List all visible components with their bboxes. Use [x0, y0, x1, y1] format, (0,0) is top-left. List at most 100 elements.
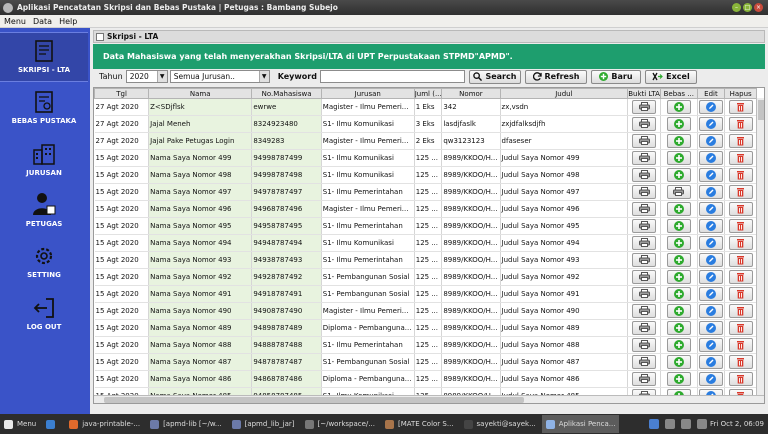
- jurusan-select[interactable]: Semua Jurusan.. ▼: [169, 70, 270, 83]
- delete-button[interactable]: [728, 100, 753, 114]
- tahun-select[interactable]: 2020 ▼: [125, 70, 168, 83]
- edit-button[interactable]: [698, 253, 723, 267]
- table-cell[interactable]: 125 ...: [414, 353, 443, 371]
- table-cell[interactable]: Judul Saya Nomor 499: [500, 149, 629, 167]
- table-cell[interactable]: 8989/KKOO/H...: [441, 251, 501, 269]
- table-cell[interactable]: 94928787492: [251, 268, 322, 286]
- table-cell[interactable]: 15 Agt 2020: [94, 149, 150, 167]
- edit-button[interactable]: [698, 287, 723, 301]
- table-cell[interactable]: 125 ...: [414, 149, 443, 167]
- start-menu-button[interactable]: Menu: [0, 415, 40, 433]
- table-cell[interactable]: S1- Ilmu Pemerintahan: [321, 336, 415, 354]
- print-bukti-button[interactable]: [632, 338, 657, 352]
- table-cell[interactable]: 125 ...: [414, 166, 443, 184]
- table-cell[interactable]: Judul Saya Nomor 493: [500, 251, 629, 269]
- table-cell[interactable]: 15 Agt 2020: [94, 251, 150, 269]
- battery-icon[interactable]: [697, 419, 708, 429]
- bebas-pustaka-button[interactable]: [666, 117, 691, 131]
- table-cell[interactable]: Judul Saya Nomor 490: [500, 302, 629, 320]
- taskbar-item[interactable]: [~/workspace/...: [301, 415, 379, 433]
- table-cell[interactable]: 8989/KKOO/H...: [441, 285, 501, 303]
- bebas-pustaka-button[interactable]: [666, 270, 691, 284]
- edit-button[interactable]: [698, 134, 723, 148]
- table-cell[interactable]: Nama Saya Nomor 495: [148, 217, 253, 235]
- table-row[interactable]: 15 Agt 2020 Nama Saya Nomor 490 9490878749…: [94, 302, 757, 320]
- table-cell[interactable]: S1- Pembangunan Sosial: [321, 353, 415, 371]
- edit-button[interactable]: [698, 219, 723, 233]
- table-row[interactable]: 27 Agt 2020 Z<SDjflsk ewrwe Magister - Ilmu…: [94, 98, 757, 116]
- table-cell[interactable]: Judul Saya Nomor 492: [500, 268, 629, 286]
- refresh-button[interactable]: Refresh: [524, 69, 587, 84]
- table-cell[interactable]: S1- Ilmu Pemerintahan: [321, 217, 415, 235]
- delete-button[interactable]: [728, 321, 753, 335]
- table-cell[interactable]: 8989/KKOO/H...: [441, 217, 501, 235]
- table-cell[interactable]: 94918787491: [251, 285, 322, 303]
- table-cell[interactable]: dfaseser: [500, 132, 629, 150]
- print-bukti-button[interactable]: [632, 219, 657, 233]
- table-cell[interactable]: Jajal Pake Petugas Login: [148, 132, 253, 150]
- volume-icon[interactable]: [681, 419, 692, 429]
- network-icon[interactable]: [665, 419, 676, 429]
- table-cell[interactable]: 125 ...: [414, 336, 443, 354]
- edit-button[interactable]: [698, 117, 723, 131]
- table-row[interactable]: 15 Agt 2020 Nama Saya Nomor 494 9494878749…: [94, 234, 757, 252]
- sidebar-item-bebas-pustaka[interactable]: BEBAS PUSTAKA: [0, 84, 88, 134]
- bebas-pustaka-button[interactable]: [666, 219, 691, 233]
- table-cell[interactable]: 1 Eks: [414, 98, 443, 116]
- table-cell[interactable]: 15 Agt 2020: [94, 336, 150, 354]
- table-cell[interactable]: S1- Ilmu Komunikasi: [321, 115, 415, 133]
- table-cell[interactable]: Judul Saya Nomor 497: [500, 183, 629, 201]
- table-cell[interactable]: Judul Saya Nomor 491: [500, 285, 629, 303]
- edit-button[interactable]: [698, 236, 723, 250]
- table-cell[interactable]: Nama Saya Nomor 499: [148, 149, 253, 167]
- print-bukti-button[interactable]: [632, 134, 657, 148]
- table-row[interactable]: 15 Agt 2020 Nama Saya Nomor 493 9493878749…: [94, 251, 757, 269]
- bebas-pustaka-button[interactable]: [666, 151, 691, 165]
- table-cell[interactable]: 8989/KKOO/H...: [441, 370, 501, 388]
- table-cell[interactable]: S1- Ilmu Pemerintahan: [321, 251, 415, 269]
- sidebar-item-setting[interactable]: SETTING: [0, 238, 88, 288]
- table-cell[interactable]: zxjdfalksdjfh: [500, 115, 629, 133]
- print-bukti-button[interactable]: [632, 304, 657, 318]
- print-bukti-button[interactable]: [632, 372, 657, 386]
- table-cell[interactable]: Magister - Ilmu Pemeri...: [321, 200, 415, 218]
- table-cell[interactable]: 8989/KKOO/H...: [441, 336, 501, 354]
- table-cell[interactable]: 94968787496: [251, 200, 322, 218]
- menu-item-data[interactable]: Data: [33, 17, 52, 26]
- table-cell[interactable]: 8989/KKOO/H...: [441, 234, 501, 252]
- delete-button[interactable]: [728, 202, 753, 216]
- table-cell[interactable]: 3 Eks: [414, 115, 443, 133]
- bebas-pustaka-button[interactable]: [666, 355, 691, 369]
- edit-button[interactable]: [698, 372, 723, 386]
- sidebar-item-logout[interactable]: LOG OUT: [0, 290, 88, 340]
- delete-button[interactable]: [728, 151, 753, 165]
- excel-button[interactable]: Excel: [644, 69, 697, 84]
- table-cell[interactable]: Nama Saya Nomor 486: [148, 370, 253, 388]
- table-cell[interactable]: Magister - Ilmu Pemeri...: [321, 98, 415, 116]
- column-header[interactable]: Tgl: [94, 88, 150, 99]
- delete-button[interactable]: [728, 304, 753, 318]
- table-cell[interactable]: 94948787494: [251, 234, 322, 252]
- table-row[interactable]: 15 Agt 2020 Nama Saya Nomor 495 9495878749…: [94, 217, 757, 235]
- table-cell[interactable]: 8989/KKOO/H...: [441, 302, 501, 320]
- bebas-pustaka-button[interactable]: [666, 168, 691, 182]
- table-cell[interactable]: Nama Saya Nomor 491: [148, 285, 253, 303]
- delete-button[interactable]: [728, 253, 753, 267]
- delete-button[interactable]: [728, 219, 753, 233]
- table-cell[interactable]: 125 ...: [414, 285, 443, 303]
- table-cell[interactable]: 27 Agt 2020: [94, 98, 150, 116]
- table-cell[interactable]: 15 Agt 2020: [94, 217, 150, 235]
- table-cell[interactable]: 8989/KKOO/H...: [441, 268, 501, 286]
- table-cell[interactable]: 125 ...: [414, 217, 443, 235]
- table-cell[interactable]: 27 Agt 2020: [94, 132, 150, 150]
- table-cell[interactable]: S1- Pembangunan Sosial: [321, 268, 415, 286]
- table-row[interactable]: 15 Agt 2020 Nama Saya Nomor 497 9497878749…: [94, 183, 757, 201]
- taskbar-item[interactable]: [MATE Color S...: [381, 415, 458, 433]
- table-cell[interactable]: S1- Ilmu Komunikasi: [321, 234, 415, 252]
- table-cell[interactable]: 94998787498: [251, 166, 322, 184]
- table-cell[interactable]: 8989/KKOO/H...: [441, 353, 501, 371]
- table-cell[interactable]: ewrwe: [251, 98, 322, 116]
- table-row[interactable]: 27 Agt 2020 Jajal Pake Petugas Login 83492…: [94, 132, 757, 150]
- taskbar-item[interactable]: java-printable-...: [65, 415, 144, 433]
- table-cell[interactable]: 125 ...: [414, 302, 443, 320]
